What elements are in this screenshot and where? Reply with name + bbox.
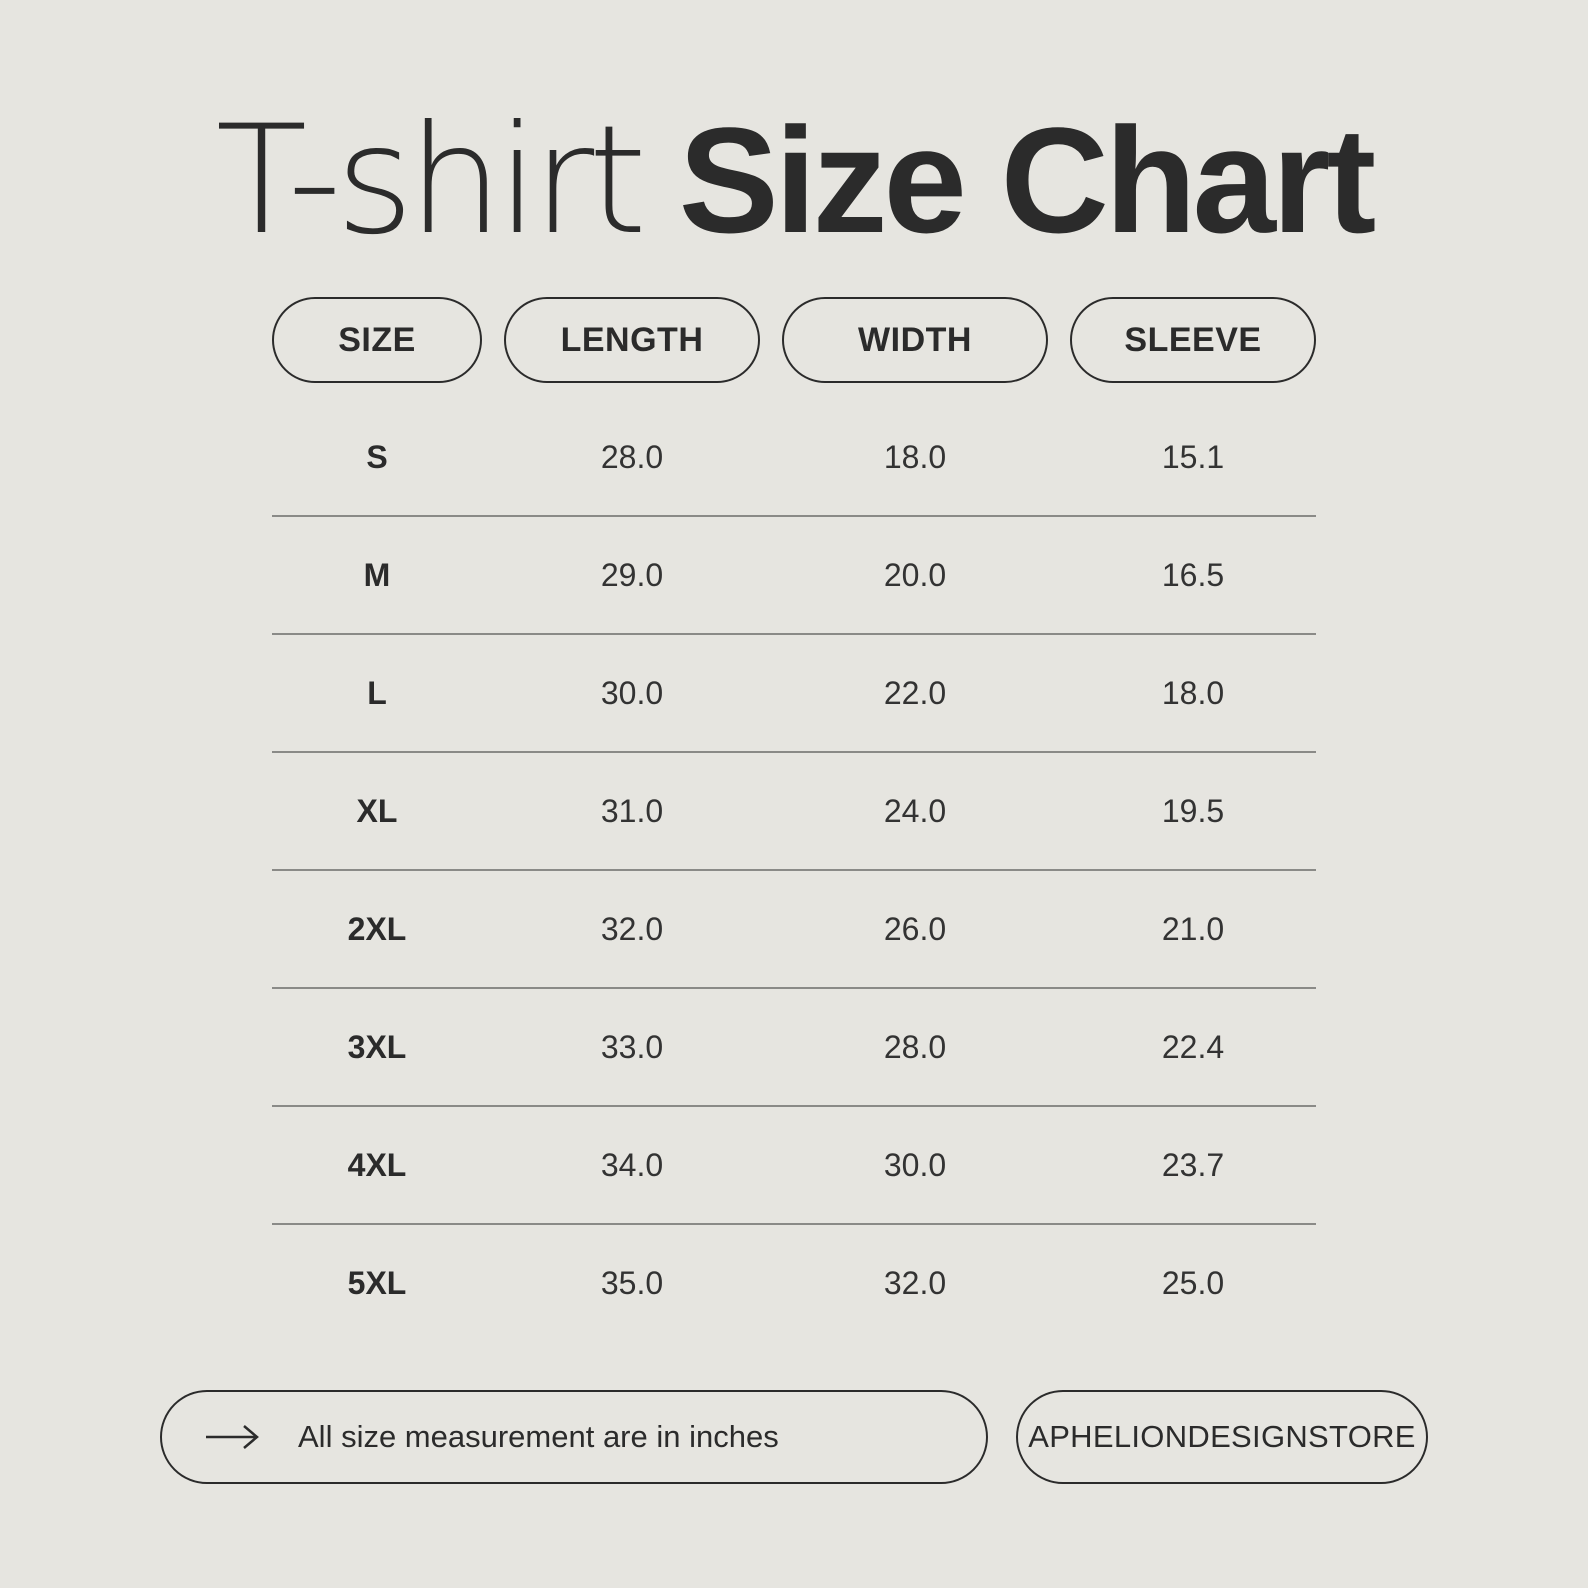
length-cell: 30.0 <box>600 674 664 711</box>
size-cell: S <box>366 438 388 475</box>
length-cell: 34.0 <box>600 1146 664 1183</box>
title-bold-part: Size Chart <box>678 96 1377 264</box>
width-cell: 28.0 <box>883 1028 947 1065</box>
length-cell: 35.0 <box>600 1264 664 1301</box>
width-cell: 20.0 <box>883 556 947 593</box>
sleeve-cell: 23.7 <box>1161 1146 1225 1183</box>
table-row: L 30.0 22.0 18.0 <box>272 635 1316 753</box>
size-cell: 5XL <box>347 1264 407 1301</box>
page-title: T-shirt Size Chart <box>0 105 1588 256</box>
width-cell: 18.0 <box>883 438 947 475</box>
size-cell: 3XL <box>347 1028 407 1065</box>
table-row: 3XL 33.0 28.0 22.4 <box>272 989 1316 1107</box>
size-cell: 2XL <box>347 910 407 947</box>
sleeve-cell: 25.0 <box>1161 1264 1225 1301</box>
length-cell: 32.0 <box>600 910 664 947</box>
length-cell: 31.0 <box>600 792 664 829</box>
size-cell: L <box>367 674 387 711</box>
table-row: 5XL 35.0 32.0 25.0 <box>272 1225 1316 1343</box>
sleeve-cell: 22.4 <box>1161 1028 1225 1065</box>
table-row: 4XL 34.0 30.0 23.7 <box>272 1107 1316 1225</box>
table-row: XL 31.0 24.0 19.5 <box>272 753 1316 871</box>
header-width: WIDTH <box>782 297 1048 383</box>
width-cell: 22.0 <box>883 674 947 711</box>
width-cell: 30.0 <box>883 1146 947 1183</box>
sleeve-cell: 21.0 <box>1161 910 1225 947</box>
size-table: S 28.0 18.0 15.1 M 29.0 20.0 16.5 L 30.0… <box>272 399 1316 1343</box>
header-sleeve: SLEEVE <box>1070 297 1316 383</box>
size-cell: M <box>363 556 391 593</box>
width-cell: 24.0 <box>883 792 947 829</box>
header-length: LENGTH <box>504 297 760 383</box>
table-row: M 29.0 20.0 16.5 <box>272 517 1316 635</box>
size-cell: XL <box>356 792 398 829</box>
arrow-right-icon <box>204 1422 260 1452</box>
units-note: All size measurement are in inches <box>160 1390 988 1484</box>
length-cell: 33.0 <box>600 1028 664 1065</box>
sleeve-cell: 16.5 <box>1161 556 1225 593</box>
sleeve-cell: 19.5 <box>1161 792 1225 829</box>
sleeve-cell: 18.0 <box>1161 674 1225 711</box>
sleeve-cell: 15.1 <box>1161 438 1225 475</box>
width-cell: 32.0 <box>883 1264 947 1301</box>
length-cell: 29.0 <box>600 556 664 593</box>
width-cell: 26.0 <box>883 910 947 947</box>
size-cell: 4XL <box>347 1146 407 1183</box>
store-name: APHELIONDESIGNSTORE <box>1016 1390 1428 1484</box>
header-size: SIZE <box>272 297 482 383</box>
units-note-text: All size measurement are in inches <box>298 1419 779 1454</box>
table-row: S 28.0 18.0 15.1 <box>272 399 1316 517</box>
title-light-part: T-shirt <box>215 94 647 268</box>
length-cell: 28.0 <box>600 438 664 475</box>
table-row: 2XL 32.0 26.0 21.0 <box>272 871 1316 989</box>
